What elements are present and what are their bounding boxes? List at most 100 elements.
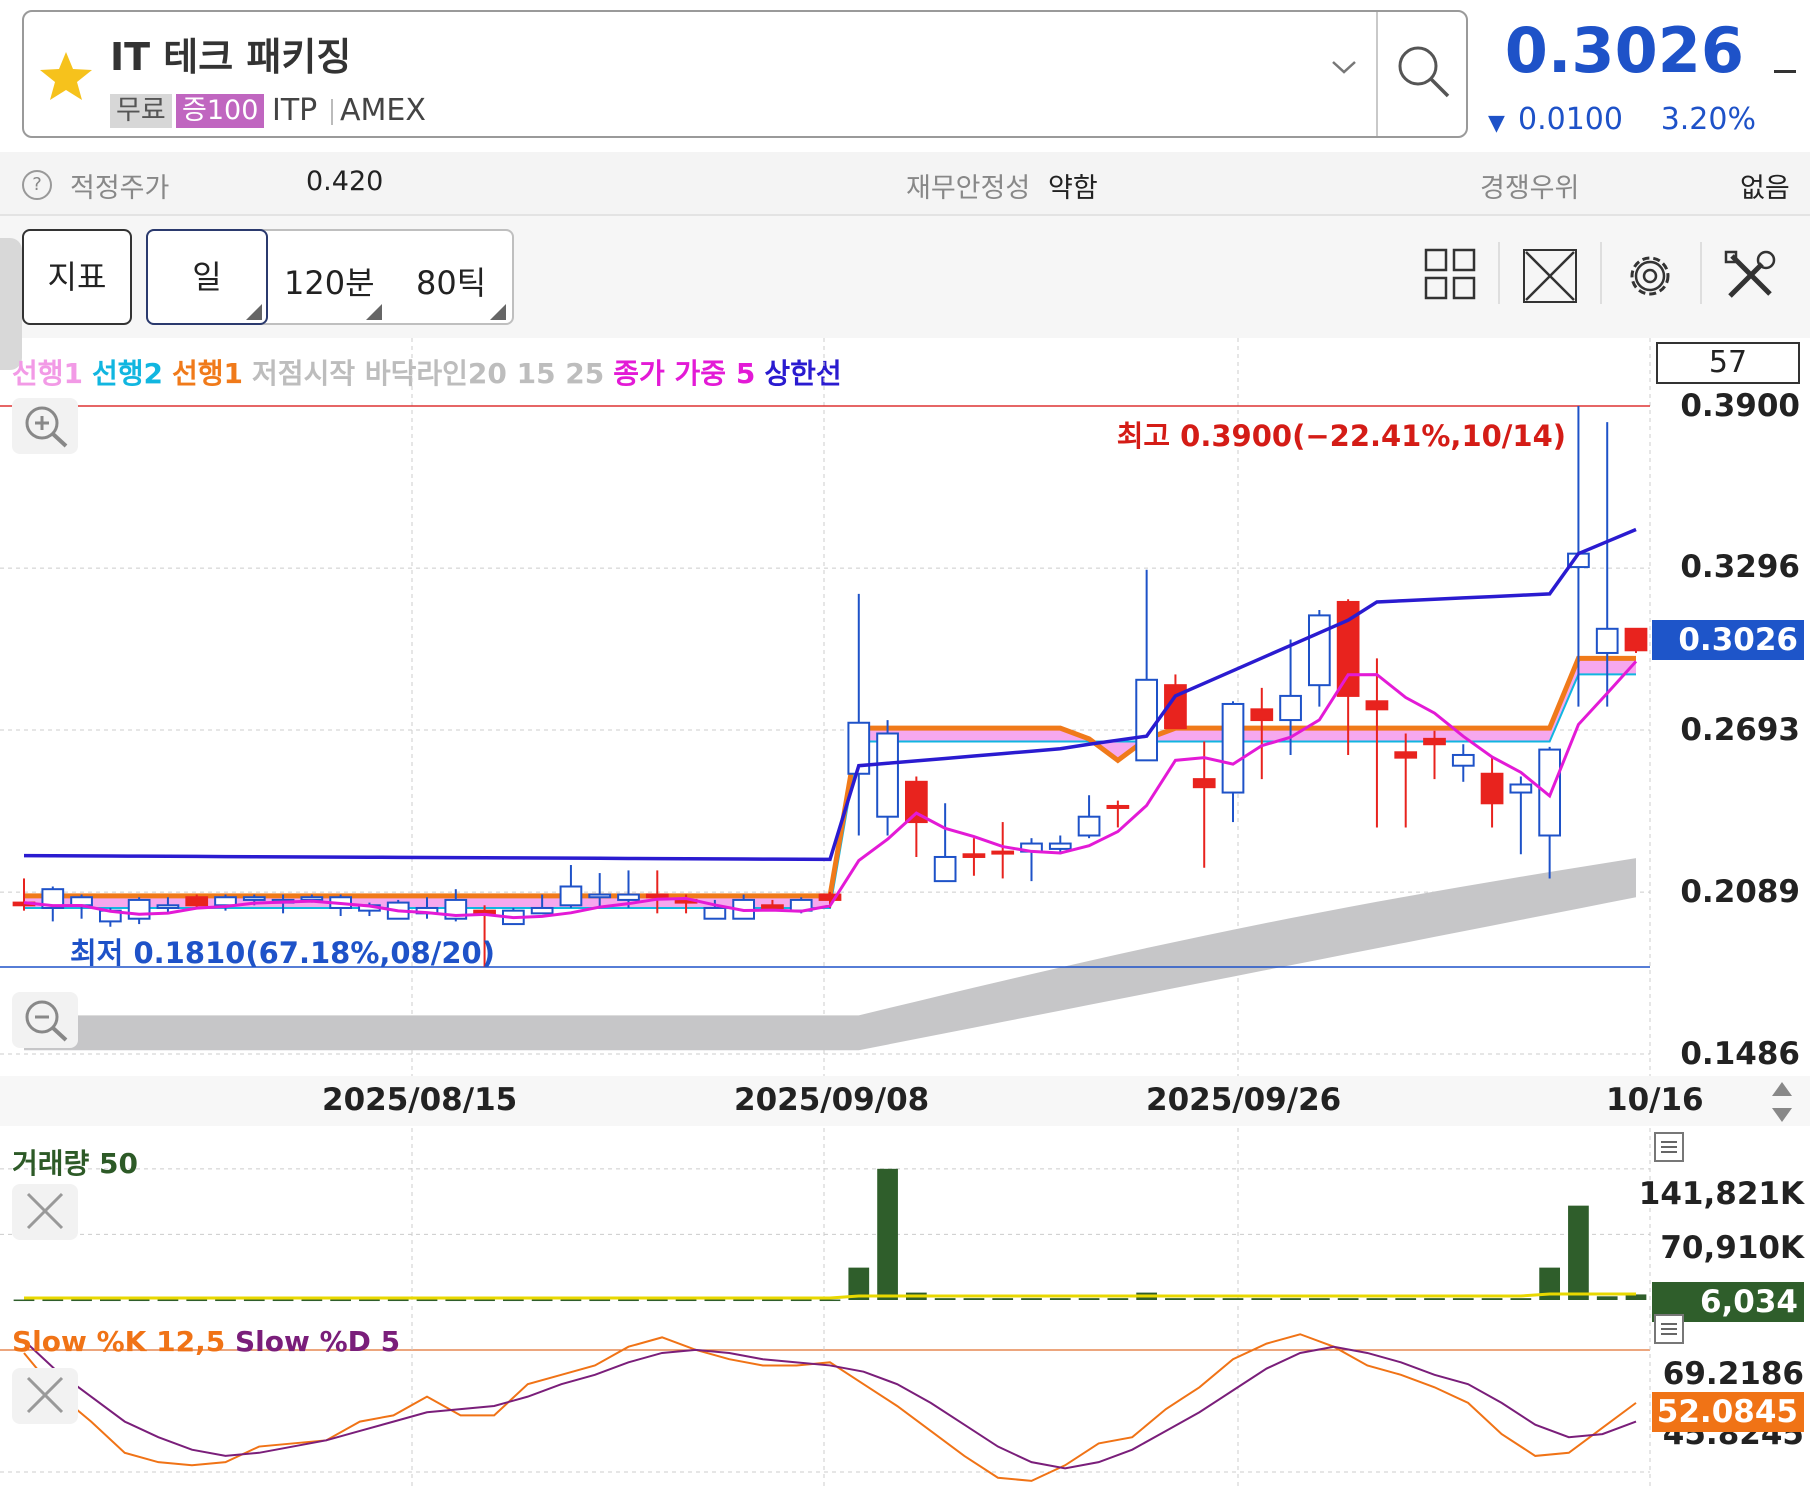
period-80tick-button[interactable]: 80틱 xyxy=(416,258,486,304)
volume-bar xyxy=(1193,1298,1215,1300)
volume-bar xyxy=(704,1299,726,1302)
corner-triangle-icon xyxy=(366,304,382,320)
volume-bar xyxy=(502,1299,524,1302)
date-label: 2025/09/26 xyxy=(1146,1082,1342,1118)
candle-body xyxy=(617,893,640,901)
y-tick-label: 0.3900 xyxy=(1680,388,1800,424)
slow-d-line xyxy=(23,1339,1637,1470)
indicator-button[interactable]: 지표 xyxy=(22,229,132,325)
volume-bar xyxy=(1510,1298,1532,1300)
zoom-out-icon[interactable] xyxy=(12,992,78,1048)
volume-bar xyxy=(1395,1298,1417,1300)
volume-bar xyxy=(1337,1298,1359,1300)
volume-bar xyxy=(186,1299,208,1302)
volume-bar xyxy=(416,1299,438,1302)
volume-tick-label: 70,910K xyxy=(1660,1230,1804,1266)
candle-body xyxy=(1279,694,1302,722)
help-icon[interactable]: ? xyxy=(22,170,52,200)
candle-body xyxy=(645,893,669,899)
fair-price-value: 0.420 xyxy=(306,166,384,197)
date-label: 2025/09/08 xyxy=(734,1082,930,1118)
date-label: 10/16 xyxy=(1606,1082,1704,1118)
volume-title: 거래량 50 xyxy=(12,1142,138,1182)
volume-bar xyxy=(790,1299,812,1302)
weighted-close-line xyxy=(23,660,1638,920)
volume-bar xyxy=(1165,1298,1186,1300)
volume-bar xyxy=(733,1299,755,1302)
volume-bar xyxy=(359,1299,380,1302)
expand-icon[interactable] xyxy=(1522,248,1578,308)
grid-icon[interactable] xyxy=(1424,248,1476,304)
stock-name[interactable]: IT 테크 패키징 xyxy=(110,26,351,81)
y-tick-label: 0.2089 xyxy=(1680,874,1800,910)
volume-bar xyxy=(1049,1298,1071,1300)
close-icon[interactable] xyxy=(12,1184,78,1240)
volume-bar xyxy=(330,1299,352,1302)
volume-chart[interactable] xyxy=(0,1128,1810,1304)
volume-bar xyxy=(215,1299,236,1302)
volume-bar xyxy=(1308,1298,1330,1300)
volume-bar xyxy=(13,1299,35,1302)
volume-bar xyxy=(71,1299,92,1302)
candle-body xyxy=(703,906,727,920)
search-icon[interactable] xyxy=(1392,40,1456,108)
menu-icon[interactable] xyxy=(1654,1314,1684,1344)
star-icon[interactable] xyxy=(38,50,94,106)
volume-bar xyxy=(1251,1298,1273,1300)
volume-bar xyxy=(819,1299,841,1302)
candle-body xyxy=(1307,614,1331,687)
volume-bar xyxy=(646,1299,668,1302)
volume-bar xyxy=(445,1299,467,1302)
candle-body xyxy=(1135,678,1159,762)
toolbar-divider xyxy=(1600,242,1602,304)
volume-bar xyxy=(1452,1298,1474,1300)
zoom-in-icon[interactable] xyxy=(12,398,78,454)
fair-price-label: 적정주가 xyxy=(70,173,170,204)
period-120min-button[interactable]: 120분 xyxy=(284,258,375,304)
volume-bar xyxy=(128,1299,150,1302)
volume-bar xyxy=(1366,1298,1388,1300)
slow-k-label: Slow %K 12,5 xyxy=(12,1325,226,1358)
candle-body xyxy=(1048,842,1072,850)
axis-scroll-icon[interactable] xyxy=(1770,1080,1794,1128)
close-icon[interactable] xyxy=(12,1368,78,1424)
volume-bar xyxy=(387,1299,409,1302)
candle-body xyxy=(300,896,324,901)
volume-bar xyxy=(675,1299,697,1302)
stability-label: 재무안정성 xyxy=(906,173,1031,204)
chevron-down-icon[interactable] xyxy=(1330,58,1358,80)
volume-bar xyxy=(99,1299,121,1302)
candle-body xyxy=(933,855,957,883)
corner-triangle-icon xyxy=(490,304,506,320)
candle-body xyxy=(127,898,151,920)
candle-body xyxy=(185,896,209,907)
gear-icon[interactable] xyxy=(1622,248,1678,308)
price-marker xyxy=(1774,70,1796,73)
volume-bar xyxy=(272,1299,294,1302)
volume-bar xyxy=(531,1299,553,1302)
menu-icon[interactable] xyxy=(1654,1132,1684,1162)
candle-body xyxy=(1250,708,1274,722)
price-chart[interactable]: 최고 0.3900(−22.41%,10/14) 최저 0.1810(67.18%… xyxy=(0,338,1810,1076)
current-price: 0.3026 xyxy=(1504,14,1744,87)
candle-body xyxy=(1192,778,1216,789)
candle-body xyxy=(1077,815,1101,837)
candle-body xyxy=(1221,702,1245,794)
candle-body xyxy=(1624,627,1648,652)
tools-icon[interactable] xyxy=(1722,248,1778,308)
volume-bar xyxy=(992,1298,1014,1300)
toolbar-divider xyxy=(1700,242,1702,304)
high-label: 최고 0.3900(−22.41%,10/14) xyxy=(1117,419,1566,453)
volume-bar xyxy=(1481,1298,1503,1300)
candle-body xyxy=(156,904,180,909)
candle-body xyxy=(588,893,612,899)
volume-bar xyxy=(877,1168,898,1300)
corner-triangle-icon xyxy=(246,304,262,320)
volume-bar xyxy=(618,1299,639,1302)
candle-body xyxy=(1451,753,1475,767)
stability-value: 약함 xyxy=(1048,173,1098,204)
candle-body xyxy=(1106,804,1130,809)
ticker-symbol: ITP xyxy=(272,93,318,128)
volume-bar xyxy=(1280,1298,1301,1300)
candle-body xyxy=(1394,751,1418,759)
